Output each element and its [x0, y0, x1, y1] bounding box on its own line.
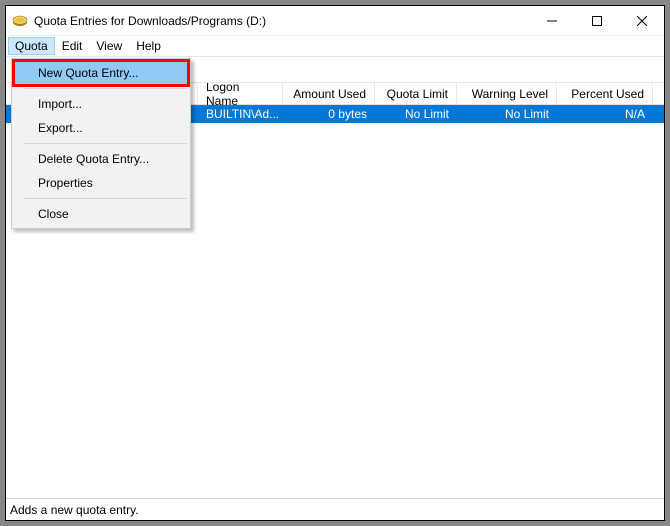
menu-import[interactable]: Import... — [14, 92, 188, 116]
menu-delete-quota-entry[interactable]: Delete Quota Entry... — [14, 147, 188, 171]
minimize-button[interactable] — [529, 6, 574, 35]
menu-new-quota-entry[interactable]: New Quota Entry... — [14, 61, 188, 85]
window-controls — [529, 6, 664, 35]
cell-warning-level: No Limit — [457, 105, 557, 123]
app-window: Quota Entries for Downloads/Programs (D:… — [5, 5, 665, 521]
menu-separator — [24, 143, 187, 144]
menu-view[interactable]: View — [89, 37, 129, 55]
maximize-button[interactable] — [574, 6, 619, 35]
cell-percent-used: N/A — [557, 105, 653, 123]
close-button[interactable] — [619, 6, 664, 35]
status-text: Adds a new quota entry. — [10, 503, 139, 517]
menubar: Quota Edit View Help — [6, 36, 664, 57]
col-warning-level[interactable]: Warning Level — [457, 83, 557, 104]
menu-quota[interactable]: Quota — [8, 37, 55, 55]
window-title: Quota Entries for Downloads/Programs (D:… — [34, 14, 266, 28]
col-percent-used[interactable]: Percent Used — [557, 83, 653, 104]
col-amount-used[interactable]: Amount Used — [283, 83, 375, 104]
menu-close[interactable]: Close — [14, 202, 188, 226]
titlebar: Quota Entries for Downloads/Programs (D:… — [6, 6, 664, 36]
menu-edit[interactable]: Edit — [55, 37, 90, 55]
cell-logon-name: BUILTIN\Ad... — [198, 105, 283, 123]
disk-quota-icon — [12, 13, 28, 29]
cell-amount-used: 0 bytes — [283, 105, 375, 123]
menu-separator — [24, 198, 187, 199]
cell-quota-limit: No Limit — [375, 105, 457, 123]
statusbar: Adds a new quota entry. — [6, 498, 664, 520]
menu-export[interactable]: Export... — [14, 116, 188, 140]
menu-help[interactable]: Help — [129, 37, 168, 55]
col-quota-limit[interactable]: Quota Limit — [375, 83, 457, 104]
col-logon-name[interactable]: Logon Name — [198, 83, 283, 104]
quota-menu-dropdown: New Quota Entry... Import... Export... D… — [11, 58, 191, 229]
menu-properties[interactable]: Properties — [14, 171, 188, 195]
menu-separator — [24, 88, 187, 89]
